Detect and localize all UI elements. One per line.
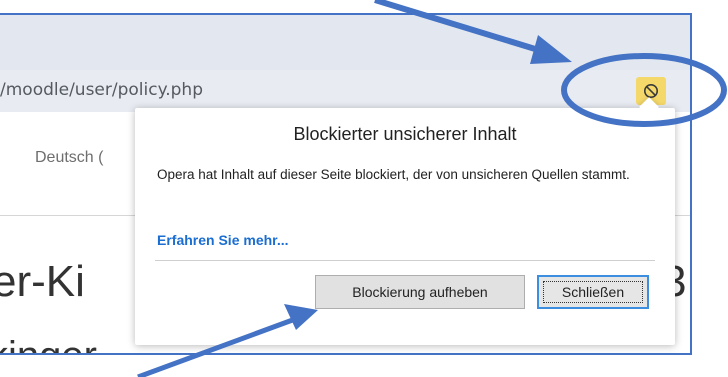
blocked-content-popup: Blockierter unsicherer Inhalt Opera hat … (135, 97, 675, 345)
popup-title: Blockierter unsicherer Inhalt (293, 124, 517, 144)
language-selector[interactable]: Deutsch ( (35, 149, 103, 167)
blocked-content-icon (644, 84, 658, 98)
close-button-label: Schließen (561, 284, 625, 300)
unblock-button[interactable]: Blockierung aufheben (315, 275, 525, 309)
address-bar[interactable]: /moodle/user/policy.php (0, 70, 690, 112)
url-text[interactable]: /moodle/user/policy.php (0, 80, 203, 100)
close-button[interactable]: Schließen (537, 275, 649, 309)
popup-message: Opera hat Inhalt auf dieser Seite blocki… (157, 167, 630, 182)
popup-divider (155, 260, 655, 261)
title-bar (0, 15, 690, 70)
page-heading: er-Ki (0, 257, 85, 306)
unblock-button-label: Blockierung aufheben (352, 284, 488, 300)
learn-more-link[interactable]: Erfahren Sie mehr... (157, 232, 289, 248)
page-heading-line2: kinger (0, 334, 97, 353)
